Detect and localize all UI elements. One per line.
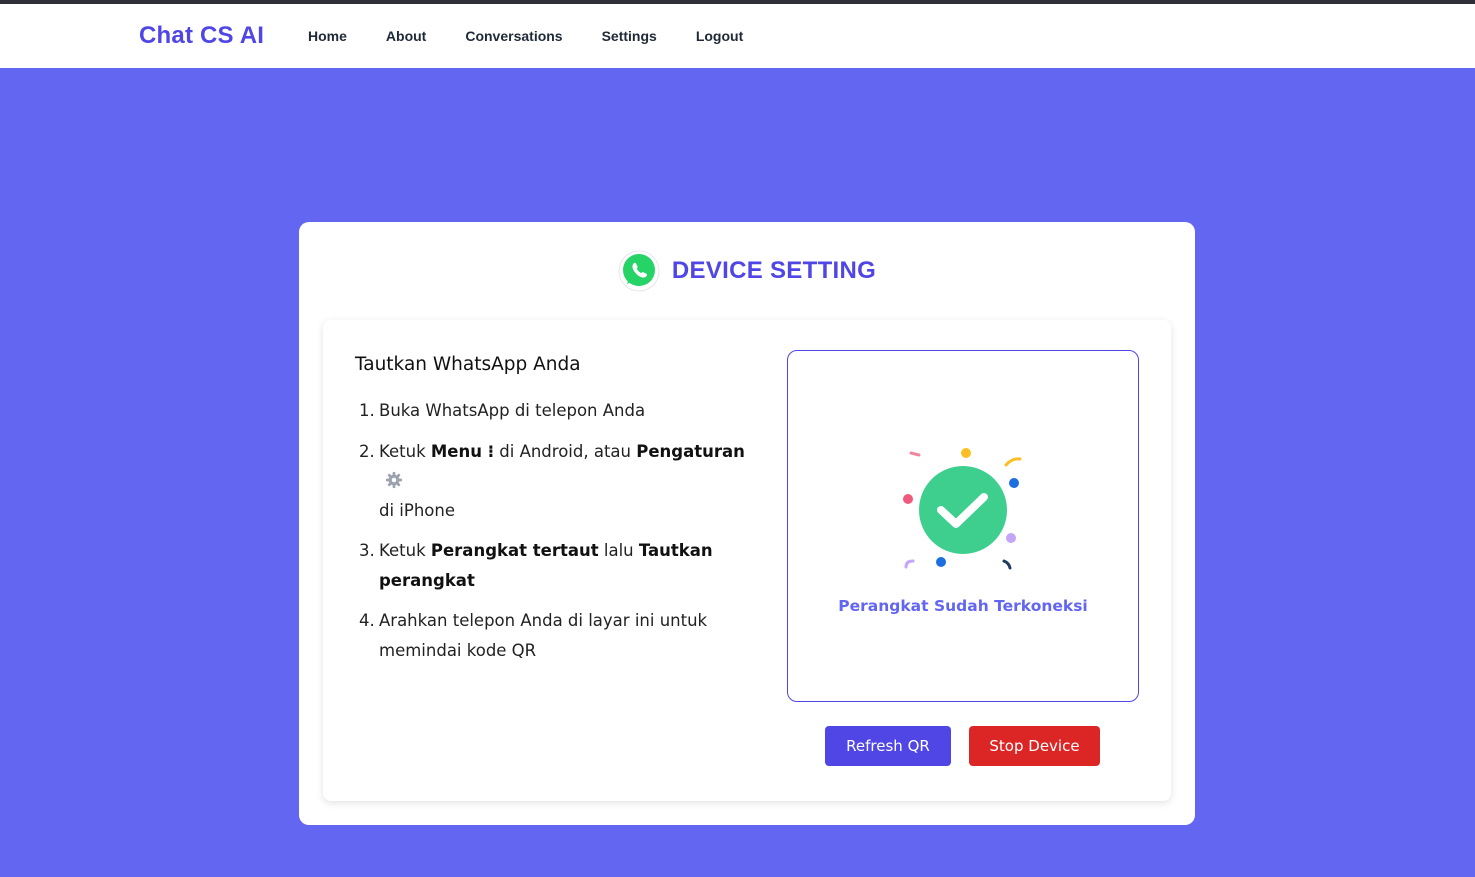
- nav-about[interactable]: About: [386, 28, 426, 44]
- step-text: Ketuk Menu ⁝ di Android, atau Pengaturan…: [379, 441, 745, 520]
- nav-logout[interactable]: Logout: [696, 28, 743, 44]
- instruction-steps: 1. Buka WhatsApp di telepon Anda 2. Ketu…: [355, 396, 765, 676]
- step-item: 1. Buka WhatsApp di telepon Anda: [355, 396, 765, 426]
- device-status-text: Perangkat Sudah Terkoneksi: [838, 597, 1088, 615]
- device-panel: Tautkan WhatsApp Anda 1. Buka WhatsApp d…: [323, 320, 1171, 801]
- nav-conversations[interactable]: Conversations: [465, 28, 562, 44]
- instructions-title: Tautkan WhatsApp Anda: [355, 354, 581, 375]
- card-header: DEVICE SETTING: [299, 248, 1195, 294]
- check-circle-icon: [903, 448, 1022, 570]
- step-item: 4. Arahkan telepon Anda di layar ini unt…: [355, 606, 765, 665]
- nav-links: Home About Conversations Settings Logout: [308, 28, 782, 44]
- whatsapp-icon: [618, 250, 660, 292]
- step-text: Buka WhatsApp di telepon Anda: [379, 401, 646, 420]
- gear-icon: [385, 471, 403, 489]
- device-setting-card: DEVICE SETTING Tautkan WhatsApp Anda 1. …: [299, 222, 1195, 825]
- navbar: Chat CS AI Home About Conversations Sett…: [0, 4, 1475, 68]
- step-item: 3. Ketuk Perangkat tertaut lalu Tautkan …: [355, 536, 765, 595]
- step-item: 2. Ketuk Menu ⁝ di Android, atau Pengatu…: [355, 437, 765, 526]
- refresh-qr-button[interactable]: Refresh QR: [825, 726, 951, 766]
- nav-home[interactable]: Home: [308, 28, 347, 44]
- nav-settings[interactable]: Settings: [602, 28, 657, 44]
- step-text: Ketuk Perangkat tertaut lalu Tautkan per…: [379, 541, 713, 590]
- brand-logo[interactable]: Chat CS AI: [139, 22, 264, 50]
- card-title: DEVICE SETTING: [671, 257, 877, 284]
- qr-status-box: Perangkat Sudah Terkoneksi: [787, 350, 1139, 702]
- stop-device-button[interactable]: Stop Device: [969, 726, 1100, 766]
- step-text: Arahkan telepon Anda di layar ini untuk …: [379, 611, 708, 660]
